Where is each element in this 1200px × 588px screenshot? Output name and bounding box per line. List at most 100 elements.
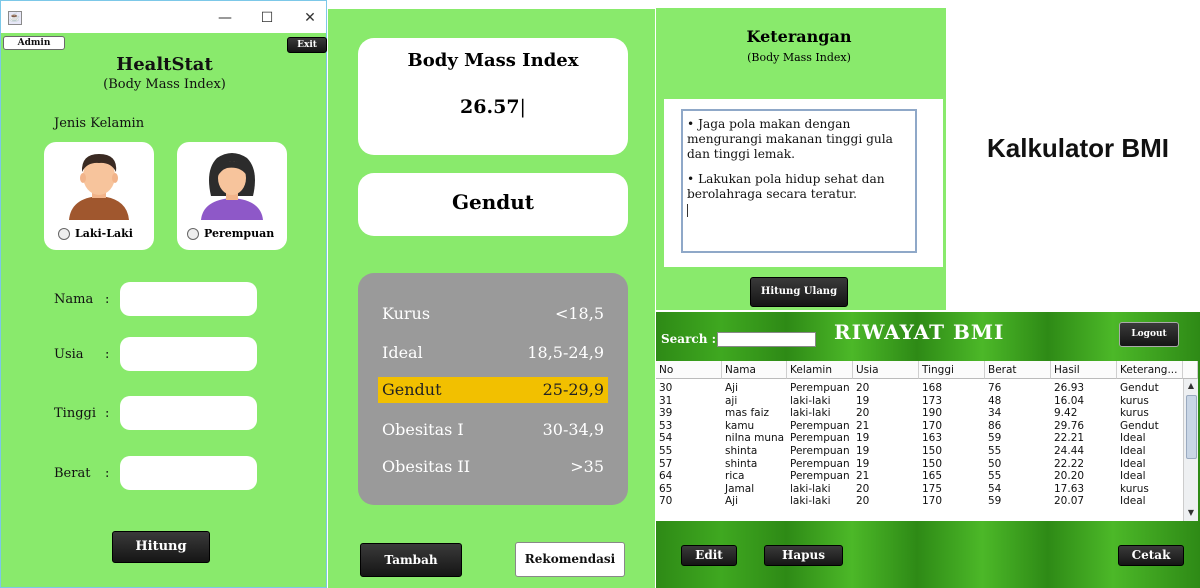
usia-input[interactable] <box>120 337 257 371</box>
bmi-range-table: Kurus <18,5 Ideal 18,5-24,9 Gendut 25-29,9 … <box>358 273 628 505</box>
cell-kelamin: Perempuan <box>790 445 850 457</box>
table-row[interactable]: 31 aji laki-laki 19 173 48 16.04 kurus <box>656 395 1183 408</box>
cell-berat: 76 <box>988 382 1002 394</box>
male-radio[interactable] <box>58 228 70 240</box>
cell-nama: Jamal <box>725 482 755 495</box>
tinggi-label: Tinggi <box>54 406 97 421</box>
col-keterangan[interactable]: Keterang... <box>1117 361 1183 379</box>
cell-nama: aji <box>725 394 738 407</box>
nama-input[interactable] <box>120 282 257 316</box>
exit-button[interactable]: Exit <box>287 37 327 53</box>
logout-button[interactable]: Logout <box>1119 322 1179 347</box>
hitung-button[interactable]: Hitung <box>112 531 210 563</box>
cell-kelamin: Perempuan <box>790 432 850 445</box>
admin-button[interactable]: Admin <box>3 36 65 50</box>
cell-hasil: 22.22 <box>1054 457 1085 470</box>
cell-nama: shinta <box>725 445 758 457</box>
female-card[interactable]: Perempuan <box>177 142 287 250</box>
cell-hasil: 9.42 <box>1054 407 1078 420</box>
cell-keterangan: kurus <box>1120 407 1149 420</box>
tinggi-input[interactable] <box>120 396 257 430</box>
col-nama[interactable]: Nama <box>722 361 787 379</box>
cell-usia: 21 <box>856 470 870 483</box>
tip-2: • Lakukan pola hidup sehat dan berolahra… <box>687 172 885 201</box>
cell-tinggi: 170 <box>922 419 943 432</box>
cell-tinggi: 190 <box>922 407 943 420</box>
rekomendasi-button[interactable]: Rekomendasi <box>515 542 625 577</box>
berat-colon: : <box>105 466 110 481</box>
table-row[interactable]: 54 niIna muna Perempuan 19 163 59 22.21 Ideal <box>656 432 1183 445</box>
cell-no: 65 <box>659 482 673 495</box>
keterangan-subtitle: (Body Mass Index) <box>747 51 851 64</box>
scroll-up-icon[interactable]: ▲ <box>1184 379 1198 393</box>
male-avatar-icon <box>69 154 129 220</box>
keterangan-window: Keterangan (Body Mass Index) • Jaga pola… <box>656 8 946 310</box>
riwayat-window: Search : RIWAYAT BMI Logout No Nama Kela… <box>656 312 1200 588</box>
hitung-ulang-button[interactable]: Hitung Ulang <box>750 277 848 307</box>
cell-keterangan: kurus <box>1120 394 1149 407</box>
col-kelamin[interactable]: Kelamin <box>787 361 853 379</box>
table-row[interactable]: 64 rica Perempuan 21 165 55 20.20 Ideal <box>656 470 1183 483</box>
cell-hasil: 16.04 <box>1054 394 1085 407</box>
scroll-thumb[interactable] <box>1186 395 1197 459</box>
col-usia[interactable]: Usia <box>853 361 919 379</box>
bmi-value: 26.57| <box>460 96 526 118</box>
usia-colon: : <box>105 347 110 362</box>
search-label: Search : <box>661 332 717 346</box>
col-hasil[interactable]: Hasil <box>1051 361 1117 379</box>
input-form-window: ☕ — ☐ ✕ Admin Exit HealtStat (Body Mass … <box>0 0 327 588</box>
scroll-down-icon[interactable]: ▼ <box>1184 506 1198 520</box>
keterangan-textarea[interactable]: • Jaga pola makan dengan mengurangi maka… <box>681 109 917 253</box>
cell-no: 31 <box>659 394 673 407</box>
tip-1: • Jaga pola makan dengan mengurangi maka… <box>687 117 893 161</box>
female-radio[interactable] <box>187 228 199 240</box>
cell-no: 57 <box>659 457 673 470</box>
java-icon: ☕ <box>8 11 22 25</box>
range-row-gendut: Gendut 25-29,9 <box>378 377 608 403</box>
table-row[interactable]: 65 Jamal laki-laki 20 175 54 17.63 kurus <box>656 483 1183 496</box>
table-row[interactable]: 55 shinta Perempuan 19 150 55 24.44 Ideal <box>656 445 1183 458</box>
hapus-button[interactable]: Hapus <box>764 545 843 566</box>
cell-berat: 59 <box>988 432 1002 445</box>
table-row[interactable]: 53 kamu Perempuan 21 170 86 29.76 Gendut <box>656 420 1183 433</box>
table-row[interactable]: 70 Aji laki-laki 20 170 59 20.07 Ideal <box>656 495 1183 508</box>
table-scrollbar[interactable]: ▲ ▼ <box>1183 379 1198 521</box>
cell-kelamin: Perempuan <box>790 470 850 483</box>
female-avatar-icon <box>201 153 263 220</box>
close-icon[interactable]: ✕ <box>297 7 323 29</box>
cell-nama: Aji <box>725 382 739 394</box>
window-titlebar: ☕ — ☐ ✕ <box>1 1 326 33</box>
cell-keterangan: kurus <box>1120 482 1149 495</box>
col-berat[interactable]: Berat <box>985 361 1051 379</box>
result-window: Body Mass Index 26.57| Gendut Kurus <18,5… <box>328 9 655 588</box>
cell-kelamin: Perempuan <box>790 457 850 470</box>
edit-button[interactable]: Edit <box>681 545 737 566</box>
cell-tinggi: 173 <box>922 394 943 407</box>
cell-hasil: 22.21 <box>1054 432 1085 445</box>
cetak-button[interactable]: Cetak <box>1118 545 1184 566</box>
cell-tinggi: 175 <box>922 482 943 495</box>
cell-berat: 59 <box>988 495 1002 508</box>
table-row[interactable]: 57 shinta Perempuan 19 150 50 22.22 Ideal <box>656 458 1183 471</box>
nama-colon: : <box>105 292 110 307</box>
tambah-button[interactable]: Tambah <box>360 543 462 577</box>
cell-no: 70 <box>659 495 673 508</box>
cell-berat: 48 <box>988 394 1002 407</box>
minimize-icon[interactable]: — <box>212 7 238 29</box>
table-row[interactable]: 39 mas faiz laki-laki 20 190 34 9.42 kurus <box>656 407 1183 420</box>
search-input[interactable] <box>717 332 816 347</box>
col-no[interactable]: No <box>656 361 722 379</box>
col-corner <box>1183 361 1198 379</box>
cell-nama: rica <box>725 470 745 483</box>
table-row[interactable]: 30 Aji Perempuan 20 168 76 26.93 Gendut <box>656 382 1183 395</box>
cell-nama: shinta <box>725 457 758 470</box>
range-row-kurus: Kurus <18,5 <box>382 304 604 323</box>
text-cursor <box>687 204 688 217</box>
col-tinggi[interactable]: Tinggi <box>919 361 985 379</box>
berat-input[interactable] <box>120 456 257 490</box>
cell-kelamin: laki-laki <box>790 495 831 508</box>
nama-label: Nama <box>54 292 94 307</box>
bmi-card: Body Mass Index 26.57| <box>358 38 628 155</box>
maximize-icon[interactable]: ☐ <box>254 7 280 29</box>
male-card[interactable]: Laki-Laki <box>44 142 154 250</box>
